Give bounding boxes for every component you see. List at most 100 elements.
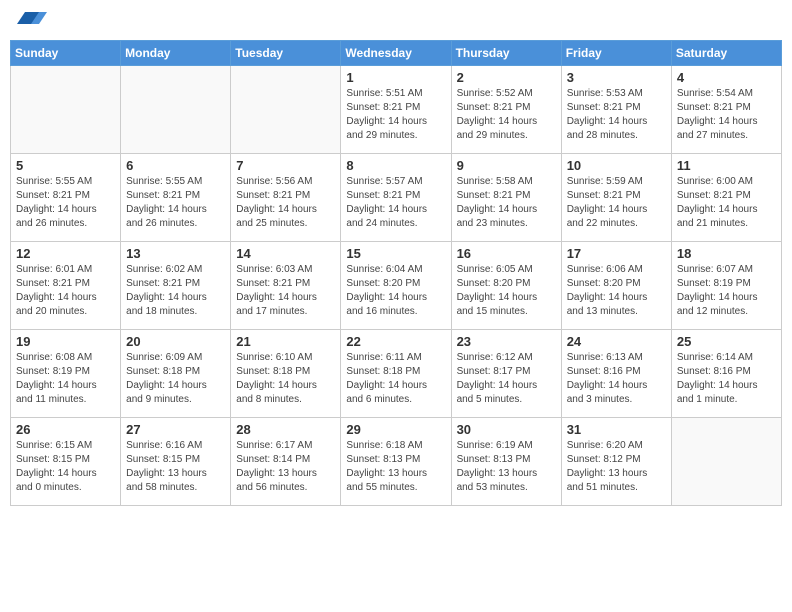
day-number: 12 (16, 246, 115, 261)
calendar-cell: 28 Sunrise: 6:17 AM Sunset: 8:14 PM Dayli… (231, 418, 341, 506)
day-number: 19 (16, 334, 115, 349)
day-info: Sunrise: 5:59 AM Sunset: 8:21 PM Dayligh… (567, 175, 666, 231)
day-number: 7 (236, 158, 335, 173)
calendar-cell: 1 Sunrise: 5:51 AM Sunset: 8:21 PM Daylig… (341, 66, 451, 154)
calendar-cell: 22Sunrise: 6:11 AM Sunset: 8:18 PM Dayli… (341, 330, 451, 418)
day-info: Sunrise: 6:12 AM Sunset: 8:17 PM Dayligh… (457, 351, 556, 407)
calendar-week-2: 5 Sunrise: 5:55 AM Sunset: 8:21 PM Daylig… (11, 154, 782, 242)
calendar-cell: 10 Sunrise: 5:59 AM Sunset: 8:21 PM Dayli… (561, 154, 671, 242)
calendar-cell (11, 66, 121, 154)
day-info: Sunrise: 6:05 AM Sunset: 8:20 PM Dayligh… (457, 263, 556, 319)
calendar-cell: 8 Sunrise: 5:57 AM Sunset: 8:21 PM Daylig… (341, 154, 451, 242)
calendar-week-1: 1 Sunrise: 5:51 AM Sunset: 8:21 PM Daylig… (11, 66, 782, 154)
day-info: Sunrise: 5:58 AM Sunset: 8:21 PM Dayligh… (457, 175, 556, 231)
day-info: Sunrise: 5:55 AM Sunset: 8:21 PM Dayligh… (16, 175, 115, 231)
calendar-cell: 25 Sunrise: 6:14 AM Sunset: 8:16 PM Dayli… (671, 330, 781, 418)
day-info: Sunrise: 6:14 AM Sunset: 8:16 PM Dayligh… (677, 351, 776, 407)
day-number: 31 (567, 422, 666, 437)
calendar-cell: 7 Sunrise: 5:56 AM Sunset: 8:21 PM Daylig… (231, 154, 341, 242)
day-number: 6 (126, 158, 225, 173)
day-info: Sunrise: 6:07 AM Sunset: 8:19 PM Dayligh… (677, 263, 776, 319)
calendar-cell: 16 Sunrise: 6:05 AM Sunset: 8:20 PM Dayli… (451, 242, 561, 330)
day-number: 27 (126, 422, 225, 437)
day-info: Sunrise: 5:55 AM Sunset: 8:21 PM Dayligh… (126, 175, 225, 231)
page-header (10, 10, 782, 32)
day-number: 4 (677, 70, 776, 85)
column-header-thursday: Thursday (451, 41, 561, 66)
day-number: 28 (236, 422, 335, 437)
day-info: Sunrise: 6:04 AM Sunset: 8:20 PM Dayligh… (346, 263, 445, 319)
calendar-cell: 24Sunrise: 6:13 AM Sunset: 8:16 PM Dayli… (561, 330, 671, 418)
calendar-cell: 12 Sunrise: 6:01 AM Sunset: 8:21 PM Dayli… (11, 242, 121, 330)
day-info: Sunrise: 5:56 AM Sunset: 8:21 PM Dayligh… (236, 175, 335, 231)
calendar-cell: 19 Sunrise: 6:08 AM Sunset: 8:19 PM Dayli… (11, 330, 121, 418)
calendar-week-3: 12 Sunrise: 6:01 AM Sunset: 8:21 PM Dayli… (11, 242, 782, 330)
calendar-table: SundayMondayTuesdayWednesdayThursdayFrid… (10, 40, 782, 506)
day-info: Sunrise: 6:19 AM Sunset: 8:13 PM Dayligh… (457, 439, 556, 495)
day-number: 14 (236, 246, 335, 261)
calendar-cell: 9 Sunrise: 5:58 AM Sunset: 8:21 PM Daylig… (451, 154, 561, 242)
calendar-cell: 17Sunrise: 6:06 AM Sunset: 8:20 PM Dayli… (561, 242, 671, 330)
calendar-cell: 29 Sunrise: 6:18 AM Sunset: 8:13 PM Dayli… (341, 418, 451, 506)
day-number: 30 (457, 422, 556, 437)
day-number: 15 (346, 246, 445, 261)
day-info: Sunrise: 6:01 AM Sunset: 8:21 PM Dayligh… (16, 263, 115, 319)
calendar-cell: 14 Sunrise: 6:03 AM Sunset: 8:21 PM Dayli… (231, 242, 341, 330)
day-info: Sunrise: 6:17 AM Sunset: 8:14 PM Dayligh… (236, 439, 335, 495)
calendar-cell (671, 418, 781, 506)
calendar-cell: 5 Sunrise: 5:55 AM Sunset: 8:21 PM Daylig… (11, 154, 121, 242)
day-number: 16 (457, 246, 556, 261)
calendar-cell: 2Sunrise: 5:52 AM Sunset: 8:21 PM Daylig… (451, 66, 561, 154)
day-info: Sunrise: 6:08 AM Sunset: 8:19 PM Dayligh… (16, 351, 115, 407)
column-header-saturday: Saturday (671, 41, 781, 66)
logo (14, 10, 47, 32)
calendar-cell: 6 Sunrise: 5:55 AM Sunset: 8:21 PM Daylig… (121, 154, 231, 242)
day-number: 11 (677, 158, 776, 173)
day-number: 23 (457, 334, 556, 349)
day-number: 1 (346, 70, 445, 85)
calendar-cell: 26Sunrise: 6:15 AM Sunset: 8:15 PM Dayli… (11, 418, 121, 506)
day-info: Sunrise: 5:51 AM Sunset: 8:21 PM Dayligh… (346, 87, 445, 143)
day-info: Sunrise: 6:00 AM Sunset: 8:21 PM Dayligh… (677, 175, 776, 231)
calendar-week-5: 26Sunrise: 6:15 AM Sunset: 8:15 PM Dayli… (11, 418, 782, 506)
day-number: 17 (567, 246, 666, 261)
column-header-friday: Friday (561, 41, 671, 66)
calendar-cell: 21 Sunrise: 6:10 AM Sunset: 8:18 PM Dayli… (231, 330, 341, 418)
calendar-cell: 4 Sunrise: 5:54 AM Sunset: 8:21 PM Daylig… (671, 66, 781, 154)
column-header-monday: Monday (121, 41, 231, 66)
calendar-cell: 15 Sunrise: 6:04 AM Sunset: 8:20 PM Dayli… (341, 242, 451, 330)
calendar-week-4: 19 Sunrise: 6:08 AM Sunset: 8:19 PM Dayli… (11, 330, 782, 418)
day-number: 5 (16, 158, 115, 173)
day-number: 10 (567, 158, 666, 173)
column-header-tuesday: Tuesday (231, 41, 341, 66)
day-info: Sunrise: 6:09 AM Sunset: 8:18 PM Dayligh… (126, 351, 225, 407)
day-info: Sunrise: 5:52 AM Sunset: 8:21 PM Dayligh… (457, 87, 556, 143)
calendar-cell: 3Sunrise: 5:53 AM Sunset: 8:21 PM Daylig… (561, 66, 671, 154)
calendar-cell: 31Sunrise: 6:20 AM Sunset: 8:12 PM Dayli… (561, 418, 671, 506)
day-number: 26 (16, 422, 115, 437)
day-number: 18 (677, 246, 776, 261)
day-number: 29 (346, 422, 445, 437)
day-info: Sunrise: 6:10 AM Sunset: 8:18 PM Dayligh… (236, 351, 335, 407)
calendar-header-row: SundayMondayTuesdayWednesdayThursdayFrid… (11, 41, 782, 66)
day-number: 8 (346, 158, 445, 173)
day-info: Sunrise: 6:03 AM Sunset: 8:21 PM Dayligh… (236, 263, 335, 319)
calendar-cell: 27Sunrise: 6:16 AM Sunset: 8:15 PM Dayli… (121, 418, 231, 506)
day-info: Sunrise: 5:54 AM Sunset: 8:21 PM Dayligh… (677, 87, 776, 143)
calendar-cell: 30 Sunrise: 6:19 AM Sunset: 8:13 PM Dayli… (451, 418, 561, 506)
day-number: 20 (126, 334, 225, 349)
column-header-sunday: Sunday (11, 41, 121, 66)
day-info: Sunrise: 5:57 AM Sunset: 8:21 PM Dayligh… (346, 175, 445, 231)
day-info: Sunrise: 6:02 AM Sunset: 8:21 PM Dayligh… (126, 263, 225, 319)
calendar-cell: 23 Sunrise: 6:12 AM Sunset: 8:17 PM Dayli… (451, 330, 561, 418)
day-info: Sunrise: 6:11 AM Sunset: 8:18 PM Dayligh… (346, 351, 445, 407)
day-number: 9 (457, 158, 556, 173)
calendar-cell: 18 Sunrise: 6:07 AM Sunset: 8:19 PM Dayli… (671, 242, 781, 330)
day-info: Sunrise: 6:18 AM Sunset: 8:13 PM Dayligh… (346, 439, 445, 495)
calendar-cell: 13Sunrise: 6:02 AM Sunset: 8:21 PM Dayli… (121, 242, 231, 330)
day-number: 3 (567, 70, 666, 85)
day-number: 25 (677, 334, 776, 349)
calendar-cell: 11 Sunrise: 6:00 AM Sunset: 8:21 PM Dayli… (671, 154, 781, 242)
day-number: 21 (236, 334, 335, 349)
calendar-cell (231, 66, 341, 154)
